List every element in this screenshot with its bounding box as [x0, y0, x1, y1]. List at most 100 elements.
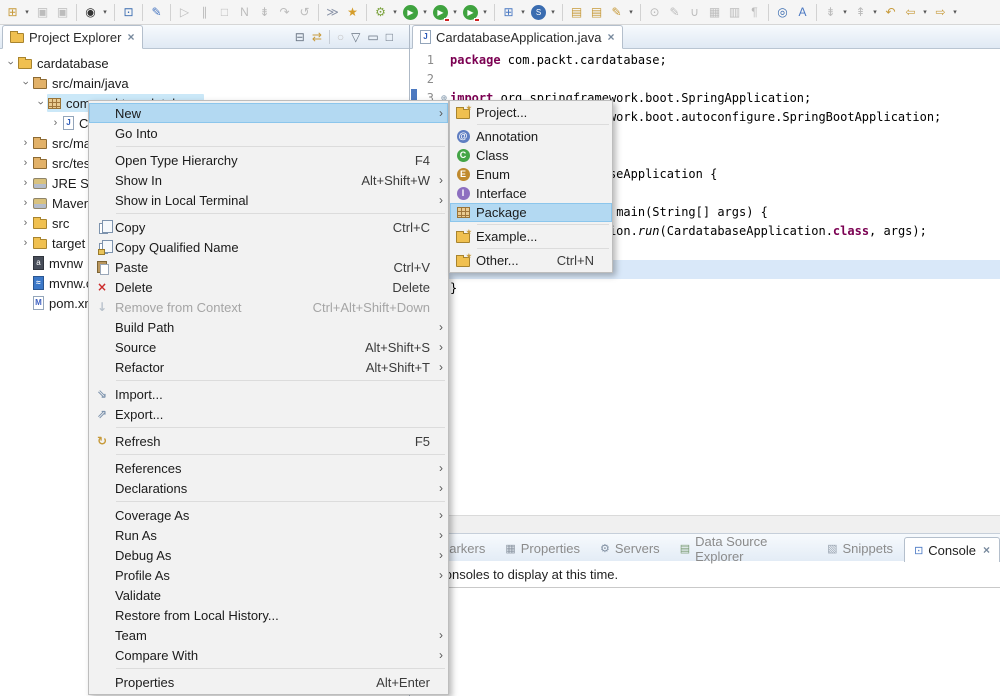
toolbar-step-return-button[interactable]: ↺ [295, 3, 314, 22]
submenu-item-package[interactable]: Package [450, 203, 612, 222]
toolbar-open-type-button[interactable]: S▾ [529, 5, 558, 20]
menu-item-coverage-as[interactable]: Coverage As› [89, 505, 448, 525]
dropdown-arrow-icon[interactable]: ▾ [627, 8, 635, 16]
toolbar-terminate-button[interactable]: □ [215, 3, 234, 22]
tab-project-explorer[interactable]: Project Explorer × [2, 25, 143, 49]
close-icon[interactable]: × [983, 543, 990, 557]
toolbar-new-java-element-button[interactable]: ⊞▾ [499, 3, 528, 22]
toolbar-open-web-browser-button[interactable]: ◎ [773, 3, 792, 22]
menu-item-remove-from-context[interactable]: ↓Remove from ContextCtrl+Alt+Shift+Down [89, 297, 448, 317]
menu-item-go-into[interactable]: Go Into [89, 123, 448, 143]
close-icon[interactable]: × [608, 30, 615, 44]
toolbar-run-button[interactable]: ▶▾ [401, 5, 430, 20]
editor-hscrollbar[interactable]: ‹ [410, 515, 1000, 533]
submenu-item-enum[interactable]: EEnum [450, 165, 612, 184]
menu-item-properties[interactable]: PropertiesAlt+Enter [89, 672, 448, 692]
toolbar-show-columns-button[interactable]: ▥ [725, 3, 744, 22]
expand-arrow-icon[interactable]: › [19, 177, 32, 189]
expand-arrow-icon[interactable]: › [35, 97, 47, 110]
toolbar-skip-all-breakpoints-button[interactable]: ≫ [323, 3, 342, 22]
toolbar-pin-editor-button[interactable]: ⊙ [645, 3, 664, 22]
tab-properties[interactable]: ▦Properties [496, 536, 589, 561]
dropdown-arrow-icon[interactable]: ▾ [421, 8, 429, 16]
submenu-item-annotation[interactable]: @Annotation [450, 127, 612, 146]
submenu-item-interface[interactable]: IInterface [450, 184, 612, 203]
menu-item-paste[interactable]: PasteCtrl+V [89, 257, 448, 277]
menu-item-show-in[interactable]: Show InAlt+Shift+W› [89, 170, 448, 190]
toolbar-step-into-button[interactable]: ⇟ [255, 3, 274, 22]
toolbar-go-to-annotation-button[interactable]: ⇞▾ [851, 3, 880, 22]
toolbar-last-edit-location-button[interactable]: ⇟▾ [821, 3, 850, 22]
tab-console[interactable]: ⊡Console× [904, 537, 1000, 562]
maximize-icon[interactable]: □ [386, 30, 393, 44]
toolbar-show-categories-button[interactable]: ▦ [705, 3, 724, 22]
submenu-item-example[interactable]: Example... [450, 227, 612, 246]
toolbar-toggle-mark-occurrences-button[interactable]: ✎ [147, 3, 166, 22]
menu-item-source[interactable]: SourceAlt+Shift+S› [89, 337, 448, 357]
dropdown-arrow-icon[interactable]: ▾ [549, 8, 557, 16]
toolbar-show-whitespace-button[interactable]: ¶ [745, 3, 764, 22]
menu-item-validate[interactable]: Validate [89, 585, 448, 605]
toolbar-save-all-button[interactable]: ▣ [53, 3, 72, 22]
toolbar-launch-configuration-button[interactable]: ★ [343, 3, 362, 22]
tab-cardatabase-application-java[interactable]: CardatabaseApplication.java × [412, 25, 623, 49]
menu-item-team[interactable]: Team› [89, 625, 448, 645]
expand-arrow-icon[interactable]: › [49, 117, 62, 129]
toolbar-new-button[interactable]: ⊞▾ [3, 3, 32, 22]
menu-item-debug-as[interactable]: Debug As› [89, 545, 448, 565]
menu-item-copy-qualified-name[interactable]: Copy Qualified Name [89, 237, 448, 257]
menu-item-new[interactable]: New› [89, 103, 448, 123]
tab-snippets[interactable]: ▧Snippets [818, 536, 902, 561]
submenu-item-project[interactable]: Project... [450, 103, 612, 122]
menu-item-declarations[interactable]: Declarations› [89, 478, 448, 498]
toolbar-back-history-button[interactable]: ↶ [881, 3, 900, 22]
expand-arrow-icon[interactable]: › [19, 137, 32, 149]
toolbar-annotate-button[interactable]: ✎▾ [607, 3, 636, 22]
tab-data-source-explorer[interactable]: ▤Data Source Explorer [671, 536, 816, 561]
dropdown-arrow-icon[interactable]: ▾ [481, 8, 489, 16]
menu-item-references[interactable]: References› [89, 458, 448, 478]
toolbar-save-button[interactable]: ▣ [33, 3, 52, 22]
toolbar-show-selected-only-button[interactable]: ∪ [685, 3, 704, 22]
dropdown-arrow-icon[interactable]: ▾ [519, 8, 527, 16]
toolbar-edit-mode-button[interactable]: ✎ [665, 3, 684, 22]
dropdown-arrow-icon[interactable]: ▾ [23, 8, 31, 16]
minimize-icon[interactable]: ▭ [367, 30, 378, 44]
dropdown-arrow-icon[interactable]: ▾ [391, 8, 399, 16]
toolbar-open-resource-button[interactable]: ▤ [567, 3, 586, 22]
expand-arrow-icon[interactable]: › [19, 237, 32, 249]
expand-arrow-icon[interactable]: › [19, 197, 32, 209]
dropdown-arrow-icon[interactable]: ▾ [871, 8, 879, 16]
toolbar-forward-button[interactable]: ⇨▾ [931, 3, 960, 22]
menu-item-show-in-local-terminal[interactable]: Show in Local Terminal› [89, 190, 448, 210]
focus-on-active-task-icon[interactable]: ○ [337, 30, 344, 44]
view-menu-icon[interactable]: ▽ [351, 30, 360, 44]
link-with-editor-icon[interactable]: ⇄ [312, 30, 322, 44]
toolbar-back-button[interactable]: ⇦▾ [901, 3, 930, 22]
toolbar-coverage-button[interactable]: ▶▾ [431, 5, 460, 20]
tree-item-cardatabase[interactable]: ›cardatabase [0, 53, 409, 73]
menu-item-profile-as[interactable]: Profile As› [89, 565, 448, 585]
dropdown-arrow-icon[interactable]: ▾ [451, 8, 459, 16]
close-icon[interactable]: × [127, 30, 134, 44]
toolbar-profile-button[interactable]: ▶▾ [461, 5, 490, 20]
toolbar-account-button[interactable]: ◉▾ [81, 3, 110, 22]
collapse-all-icon[interactable]: ⊟ [295, 30, 305, 44]
expand-arrow-icon[interactable]: › [19, 217, 32, 229]
menu-item-restore-from-local-history[interactable]: Restore from Local History... [89, 605, 448, 625]
submenu-item-class[interactable]: CClass [450, 146, 612, 165]
toolbar-disconnect-button[interactable]: N [235, 3, 254, 22]
dropdown-arrow-icon[interactable]: ▾ [921, 8, 929, 16]
dropdown-arrow-icon[interactable]: ▾ [951, 8, 959, 16]
dropdown-arrow-icon[interactable]: ▾ [101, 8, 109, 16]
menu-item-export[interactable]: ⇗Export... [89, 404, 448, 424]
toolbar-resume-button[interactable]: ▷ [175, 3, 194, 22]
toolbar-open-file-button[interactable]: ▤ [587, 3, 606, 22]
tree-item-src-main-java[interactable]: ›src/main/java [0, 73, 409, 93]
menu-item-open-type-hierarchy[interactable]: Open Type HierarchyF4 [89, 150, 448, 170]
menu-item-import[interactable]: ⇘Import... [89, 384, 448, 404]
toolbar-open-terminal-button[interactable]: ⊡ [119, 3, 138, 22]
expand-arrow-icon[interactable]: › [5, 57, 17, 70]
menu-item-refresh[interactable]: ↻RefreshF5 [89, 431, 448, 451]
menu-item-run-as[interactable]: Run As› [89, 525, 448, 545]
